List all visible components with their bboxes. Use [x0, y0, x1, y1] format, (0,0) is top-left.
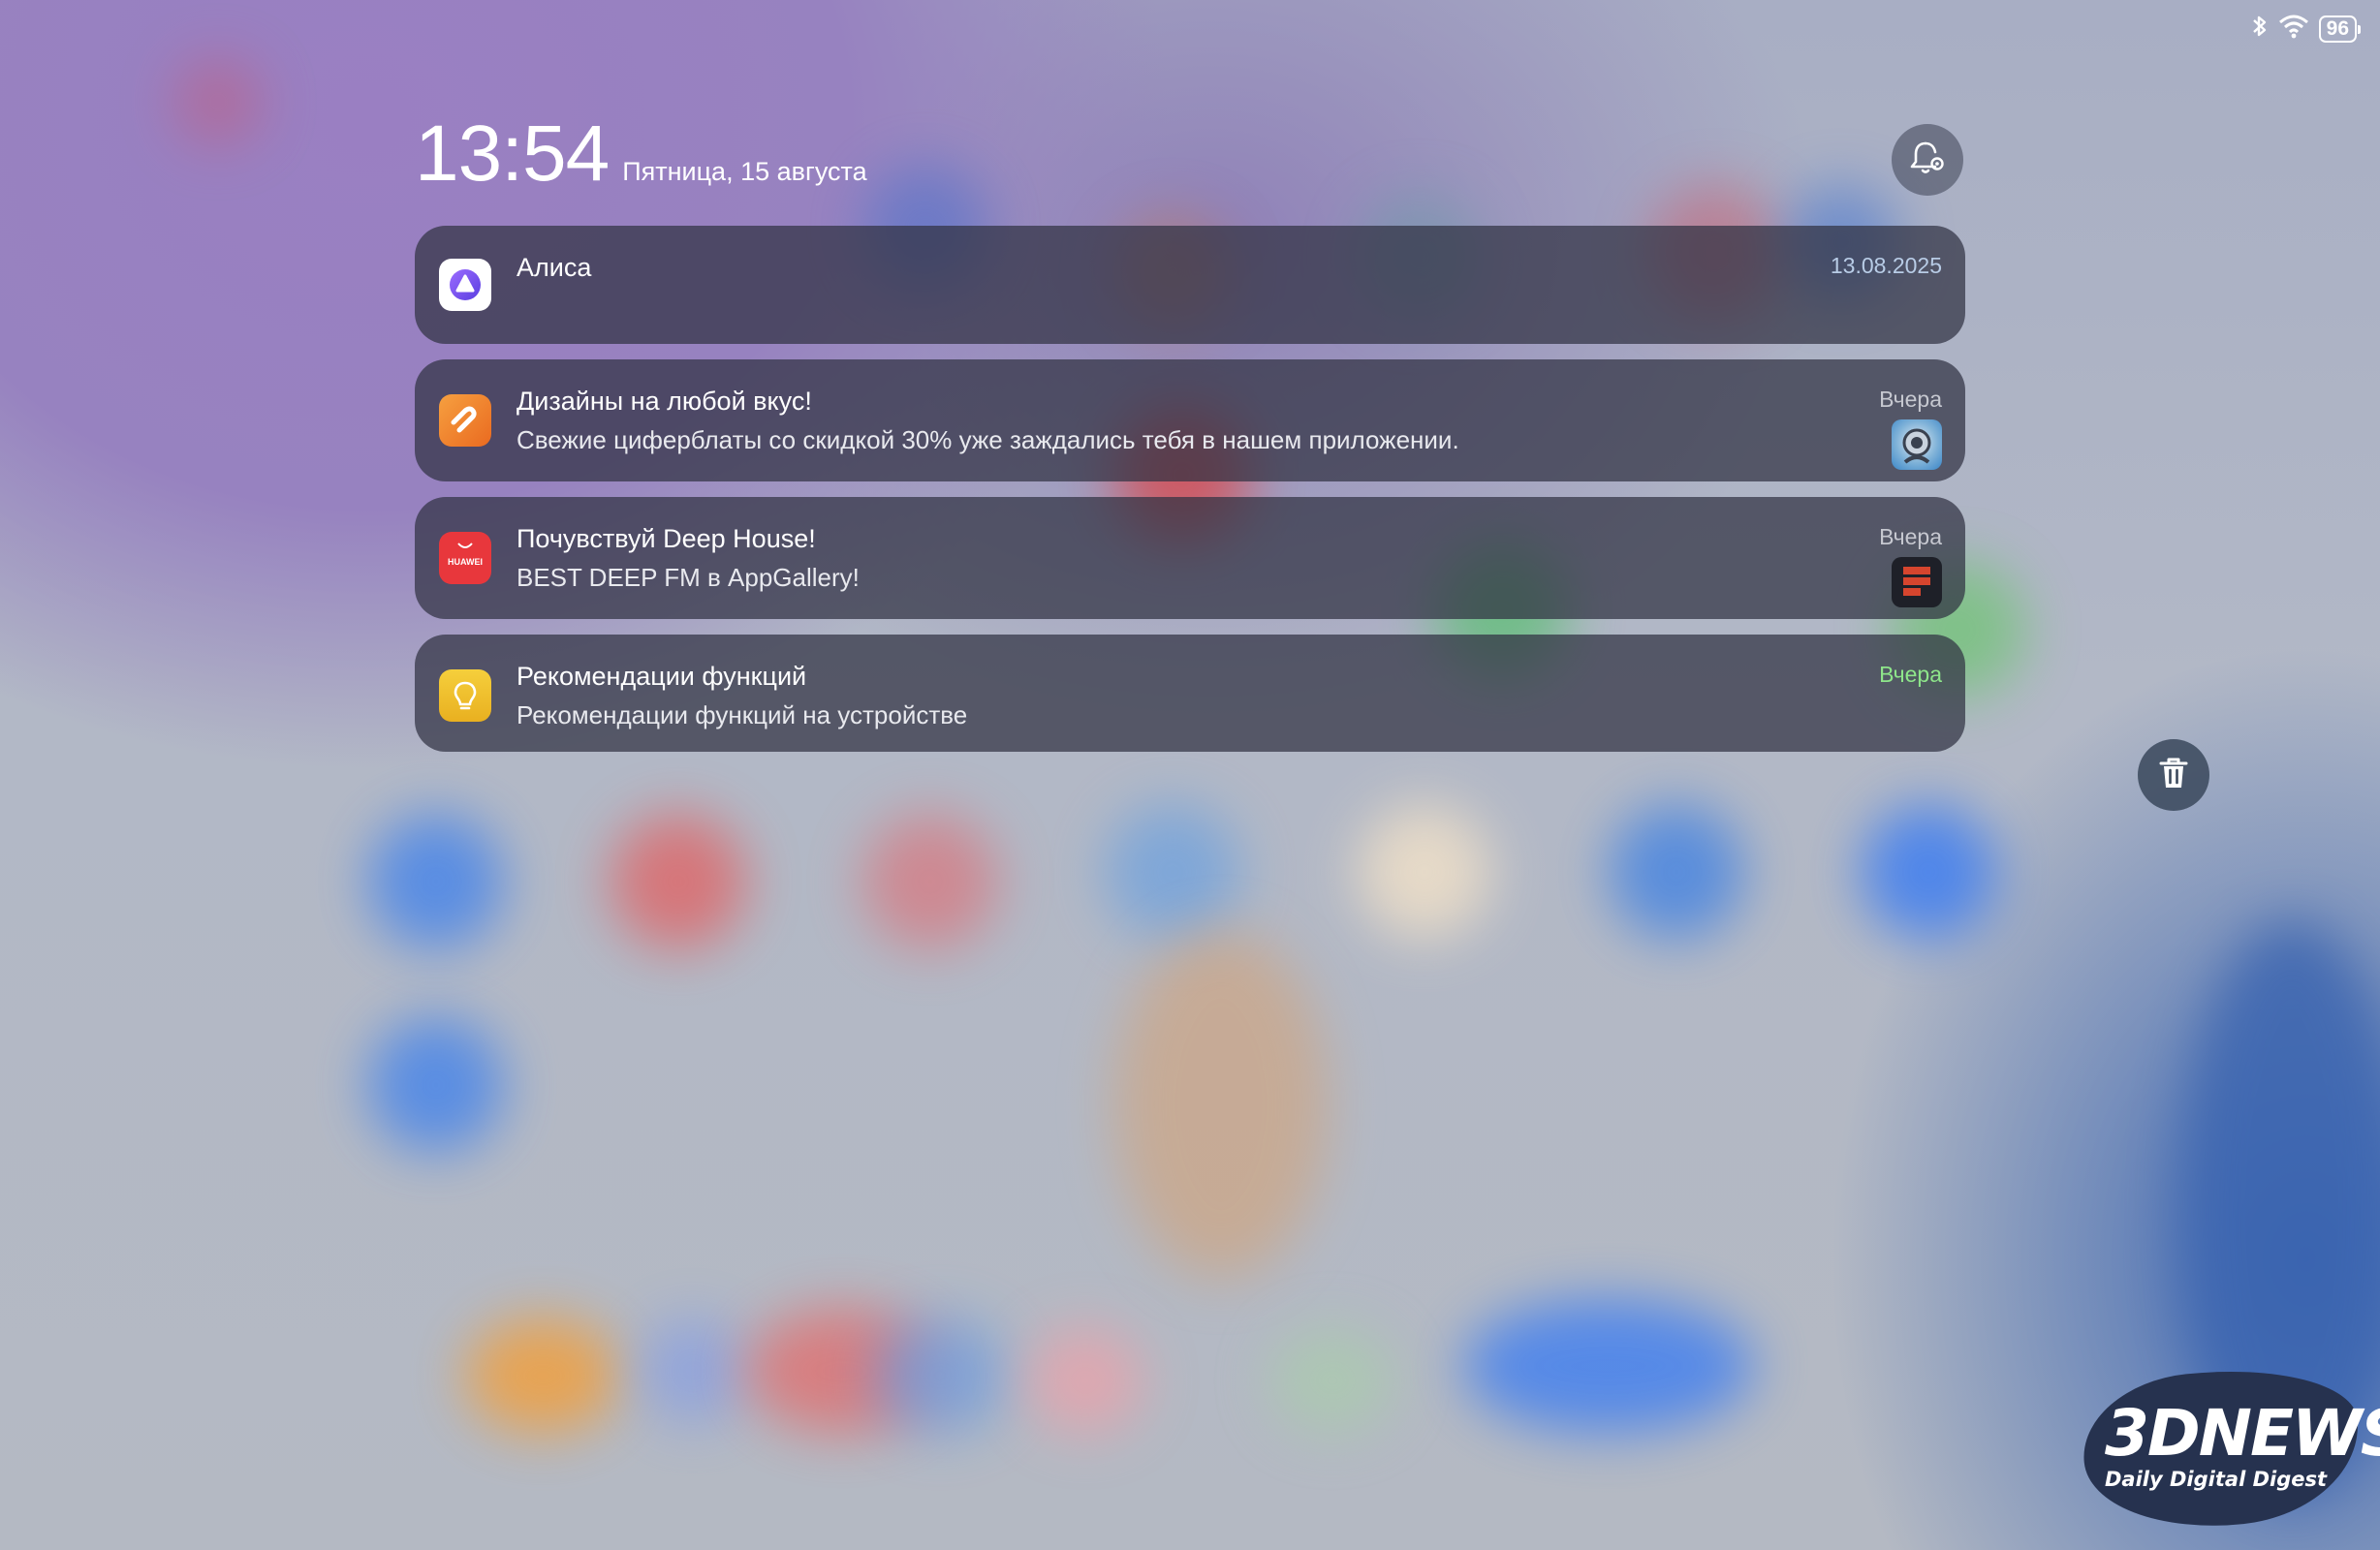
- notification-time: Вчера: [1879, 524, 1942, 549]
- notification-alice[interactable]: Алиса 13.08.2025: [415, 226, 1965, 344]
- notification-title: Рекомендации функций: [517, 662, 807, 691]
- bell-settings-icon: [1906, 137, 1949, 184]
- notification-title: Алиса: [517, 253, 592, 282]
- notification-body: Свежие циферблаты со скидкой 30% уже заж…: [517, 425, 1459, 454]
- notification-body: BEST DEEP FM в AppGallery!: [517, 563, 860, 592]
- notification-themes[interactable]: Дизайны на любой вкус! Свежие циферблаты…: [415, 359, 1965, 481]
- notification-time: Вчера: [1879, 387, 1942, 412]
- tips-lightbulb-icon: [439, 669, 491, 722]
- alice-app-icon: [439, 259, 491, 311]
- huawei-appgallery-icon: HUAWEI: [439, 532, 491, 584]
- huawei-icon-label: HUAWEI: [448, 557, 483, 567]
- 3dnews-watermark: 3DNEWS Daily Digital Digest: [2076, 1356, 2380, 1540]
- clock-date: Пятница, 15 августа: [622, 157, 867, 186]
- notification-body: Рекомендации функций на устройстве: [517, 700, 968, 729]
- trash-icon: [2157, 755, 2190, 796]
- lock-header: 13:54 Пятница, 15 августа: [415, 114, 867, 194]
- notification-title: Дизайны на любой вкус!: [517, 387, 812, 416]
- status-bar: 96: [2251, 14, 2362, 44]
- bluetooth-icon: [2251, 14, 2269, 44]
- clock-time: 13:54: [415, 109, 610, 198]
- notification-time: 13.08.2025: [1830, 253, 1942, 278]
- clear-notifications-button[interactable]: [2138, 739, 2209, 811]
- wifi-icon: [2278, 14, 2309, 44]
- themes-app-icon: [439, 394, 491, 447]
- notification-title: Почувствуй Deep House!: [517, 524, 816, 553]
- notification-appgallery[interactable]: HUAWEI Почувствуй Deep House! BEST DEEP …: [415, 497, 1965, 619]
- notification-tips[interactable]: Рекомендации функций Рекомендации функци…: [415, 635, 1965, 752]
- notification-settings-button[interactable]: [1892, 124, 1963, 196]
- best-deep-fm-thumbnail: [1892, 557, 1942, 607]
- watermark-tagline: Daily Digital Digest: [2105, 1468, 2328, 1491]
- battery-indicator: 96: [2318, 15, 2362, 43]
- watermark-logo: 3DNEWS: [2105, 1396, 2380, 1471]
- notification-list: Алиса 13.08.2025 Дизайны на любой вкус! …: [415, 226, 1965, 767]
- notification-time: Вчера: [1879, 662, 1942, 687]
- watchface-thumbnail: [1892, 419, 1942, 470]
